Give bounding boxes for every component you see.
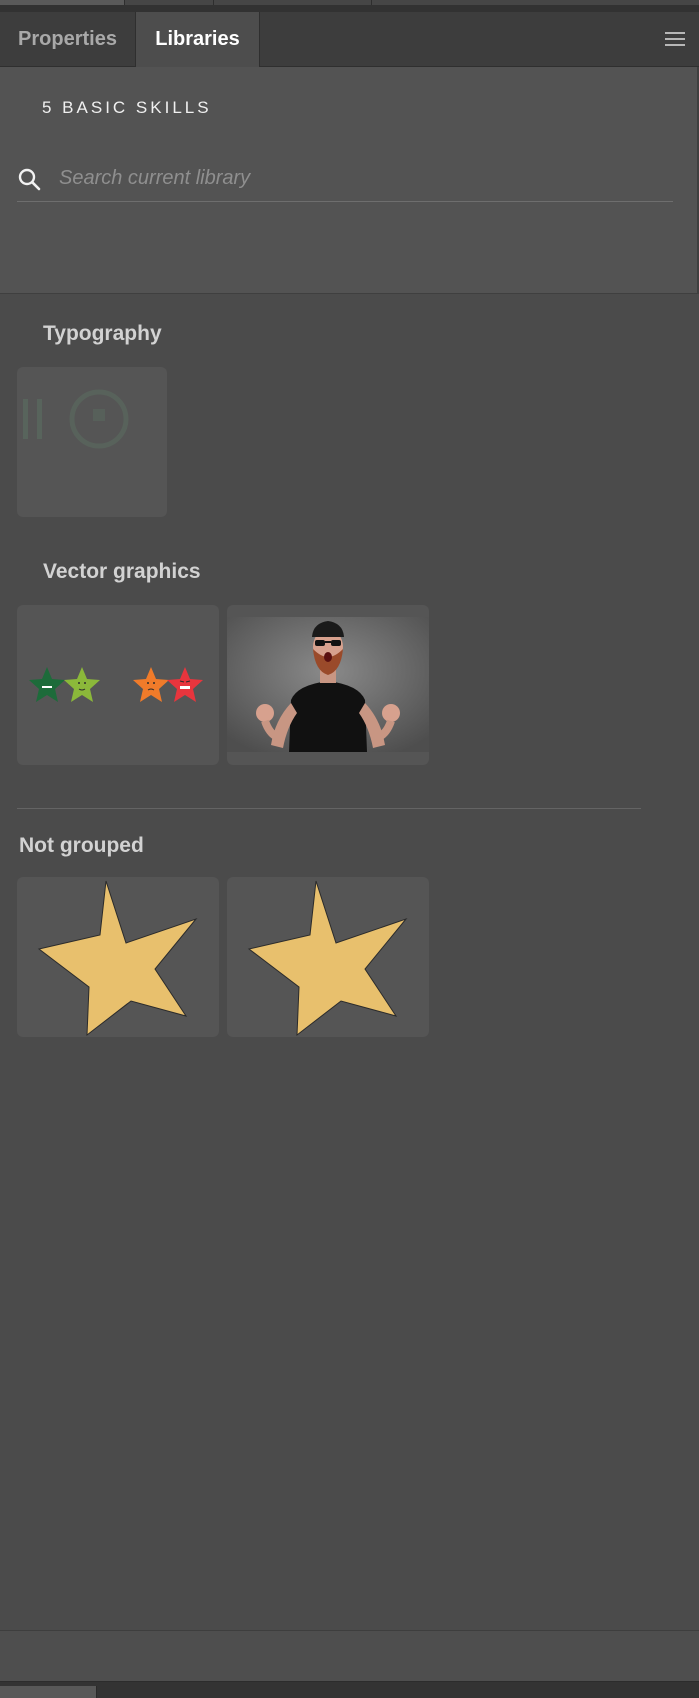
vector-asset-tile-stars[interactable]: [17, 605, 219, 765]
ungrouped-asset-tile-star[interactable]: [227, 877, 429, 1037]
libraries-panel: Properties Libraries 5 BASIC SKILLS Typo…: [0, 0, 699, 1698]
star-shape-graphic: [247, 880, 408, 1037]
star-shape-graphic: [37, 880, 198, 1037]
vector-asset-tile-photo[interactable]: [227, 605, 429, 765]
search-input[interactable]: [57, 159, 661, 197]
emoji-stars-graphic: [29, 667, 203, 702]
search-bar: [17, 157, 673, 202]
tab-libraries[interactable]: Libraries: [135, 12, 260, 67]
top-strip-segment: [214, 0, 372, 5]
section-title-vector-graphics: Vector graphics: [43, 560, 201, 583]
top-strip-segment: [372, 0, 699, 5]
hamburger-menu-icon[interactable]: [665, 32, 685, 48]
bottom-window-strip: [0, 1682, 699, 1698]
top-strip-segment: [0, 0, 125, 5]
bottom-strip-segment: [0, 1686, 97, 1698]
panel-footer: [0, 1630, 699, 1683]
typography-asset-tile[interactable]: [17, 367, 167, 517]
library-name[interactable]: 5 BASIC SKILLS: [42, 98, 212, 118]
tab-properties[interactable]: Properties: [0, 12, 135, 66]
section-title-typography: Typography: [43, 322, 162, 345]
text-style-preview: [23, 389, 129, 449]
section-title-not-grouped: Not grouped: [19, 834, 144, 857]
search-icon[interactable]: [17, 167, 41, 191]
man-cheering-photo: [227, 617, 429, 752]
library-header: 5 BASIC SKILLS: [0, 67, 699, 294]
panel-tab-bar: Properties Libraries: [0, 12, 699, 67]
section-divider: [17, 808, 641, 809]
ungrouped-asset-tile-star[interactable]: [17, 877, 219, 1037]
top-strip-segment: [125, 0, 214, 5]
